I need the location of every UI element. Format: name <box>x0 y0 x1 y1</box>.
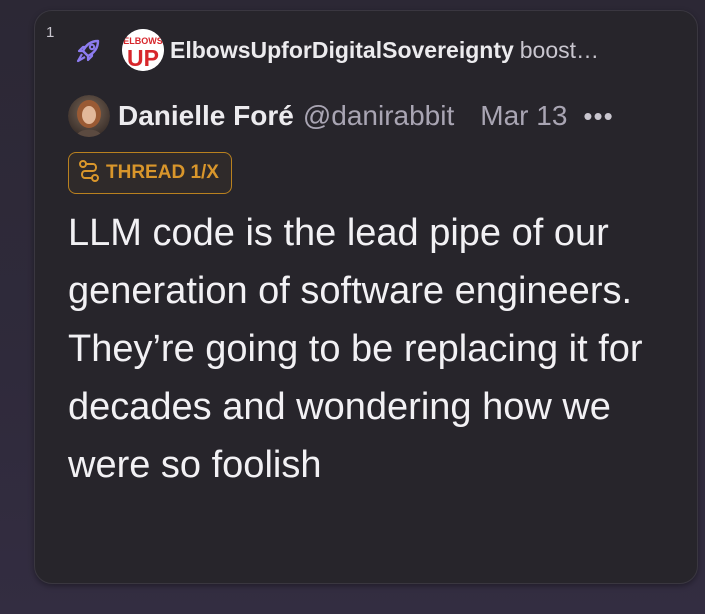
author-handle[interactable]: @danirabbit <box>303 100 454 132</box>
post-date[interactable]: Mar 13 <box>480 100 567 132</box>
boost-row: ELBOWS UP ElbowsUpforDigitalSovereignty … <box>72 29 672 71</box>
post-text: LLM code is the lead pipe of our generat… <box>68 212 643 486</box>
thread-badge[interactable]: THREAD 1/X <box>68 152 232 194</box>
thread-icon <box>79 159 99 187</box>
avatar[interactable] <box>68 95 110 137</box>
author-name[interactable]: Danielle Foré <box>118 100 294 132</box>
post-index: 1 <box>46 24 55 41</box>
booster-avatar[interactable]: ELBOWS UP <box>122 29 164 71</box>
more-dots-icon[interactable]: ••• <box>583 101 613 132</box>
booster-name[interactable]: ElbowsUpforDigitalSovereignty <box>170 37 514 64</box>
rocket-icon[interactable] <box>72 33 106 67</box>
author-row: Danielle Foré @danirabbit Mar 13 ••• <box>68 94 668 138</box>
thread-badge-label: THREAD 1/X <box>106 162 219 183</box>
boost-label: boost… <box>519 36 600 63</box>
booster-avatar-main-text: UP <box>127 45 159 71</box>
